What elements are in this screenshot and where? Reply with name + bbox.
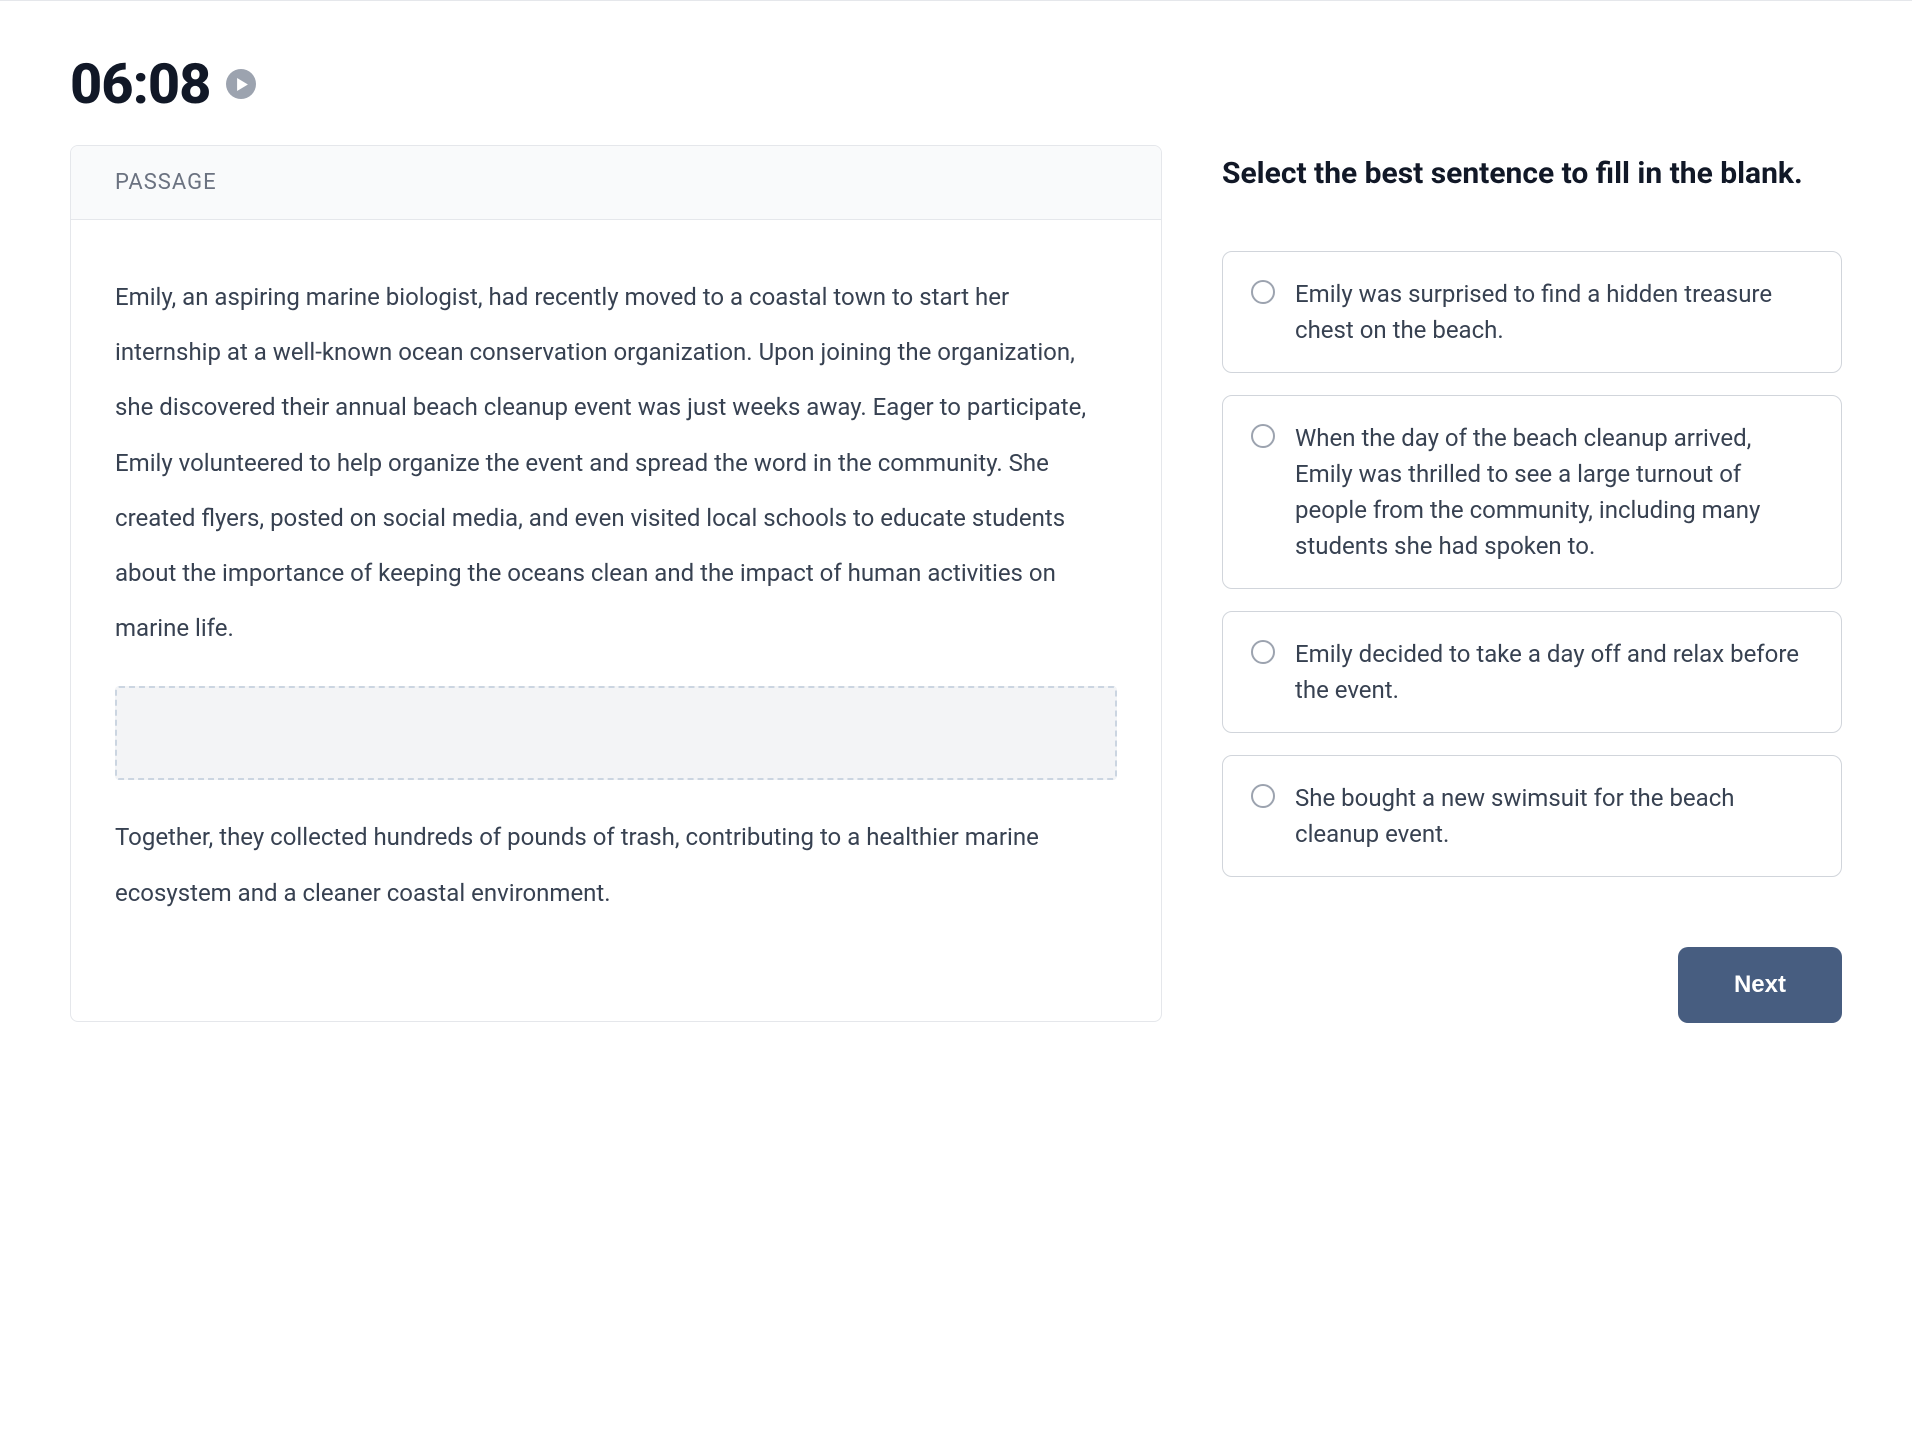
option-text: When the day of the beach cleanup arrive… <box>1295 420 1813 564</box>
option-text: Emily was surprised to find a hidden tre… <box>1295 276 1813 348</box>
option-3[interactable]: Emily decided to take a day off and rela… <box>1222 611 1842 733</box>
radio-icon <box>1251 784 1275 808</box>
radio-icon <box>1251 280 1275 304</box>
passage-paragraph-2: Together, they collected hundreds of pou… <box>115 810 1117 920</box>
option-2[interactable]: When the day of the beach cleanup arrive… <box>1222 395 1842 589</box>
option-1[interactable]: Emily was surprised to find a hidden tre… <box>1222 251 1842 373</box>
passage-header: PASSAGE <box>71 146 1161 220</box>
content-grid: PASSAGE Emily, an aspiring marine biolog… <box>70 145 1842 1023</box>
option-text: She bought a new swimsuit for the beach … <box>1295 780 1813 852</box>
next-row: Next <box>1222 947 1842 1023</box>
play-icon <box>236 78 249 91</box>
question-prompt: Select the best sentence to fill in the … <box>1222 153 1842 195</box>
passage-card: PASSAGE Emily, an aspiring marine biolog… <box>70 145 1162 1022</box>
next-button[interactable]: Next <box>1678 947 1842 1023</box>
options-list: Emily was surprised to find a hidden tre… <box>1222 251 1842 877</box>
passage-paragraph-1: Emily, an aspiring marine biologist, had… <box>115 270 1117 656</box>
radio-icon <box>1251 640 1275 664</box>
radio-icon <box>1251 424 1275 448</box>
timer-row: 06:08 <box>70 51 1842 117</box>
timer-value: 06:08 <box>70 51 210 117</box>
option-4[interactable]: She bought a new swimsuit for the beach … <box>1222 755 1842 877</box>
question-column: Select the best sentence to fill in the … <box>1222 145 1842 1023</box>
page-wrapper: 06:08 PASSAGE Emily, an aspiring marine … <box>0 0 1912 1073</box>
fill-blank-slot[interactable] <box>115 686 1117 780</box>
passage-body: Emily, an aspiring marine biologist, had… <box>71 220 1161 1021</box>
play-button[interactable] <box>226 69 256 99</box>
option-text: Emily decided to take a day off and rela… <box>1295 636 1813 708</box>
